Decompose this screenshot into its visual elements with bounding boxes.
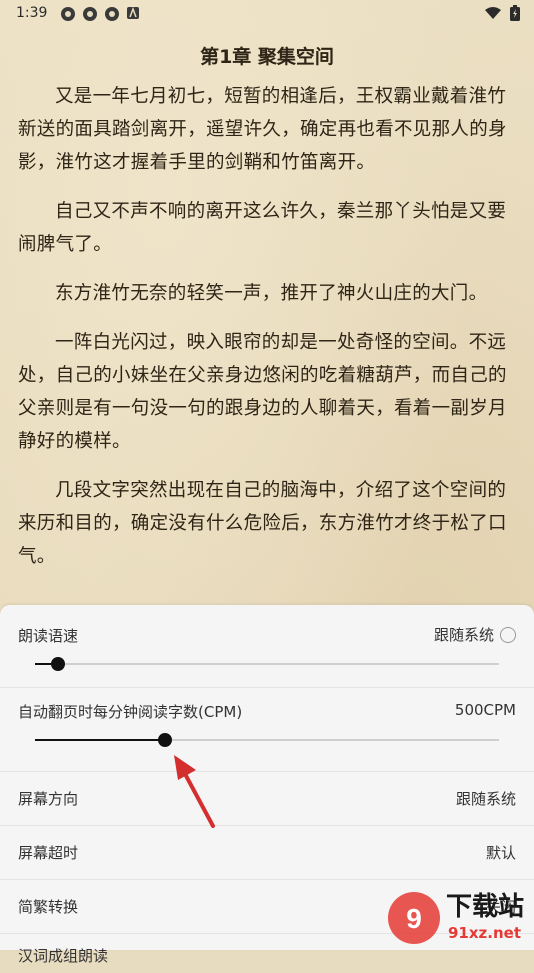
watermark-text: 下载站 — [446, 892, 525, 922]
svg-text:9: 9 — [406, 903, 422, 934]
watermark-url: 91xz.net — [448, 924, 522, 942]
red-arrow-annotation — [174, 755, 215, 828]
site-watermark: 9 下载站 91xz.net — [384, 880, 534, 950]
